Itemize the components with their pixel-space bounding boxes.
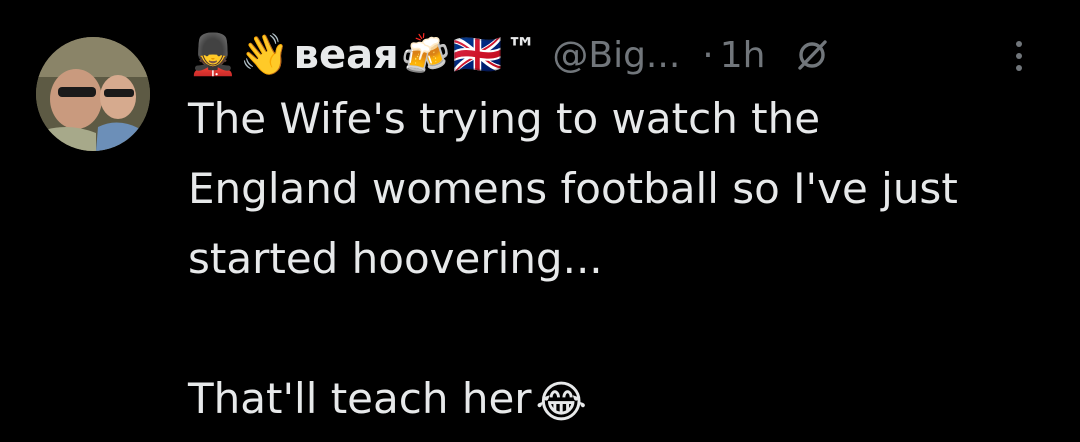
tweet-body: The Wife's trying to watch the England w… [188, 84, 1068, 438]
tweet-text-line-4-text: That'll teach her [188, 374, 532, 423]
author-handle[interactable]: @Big... [552, 35, 680, 76]
more-dot [1016, 53, 1022, 59]
tweet-text-line-1: The Wife's trying to watch the [188, 94, 821, 143]
paragraph-break [188, 294, 1068, 364]
more-dot [1016, 65, 1022, 71]
guard-emoji: 💂 [188, 32, 238, 78]
wave-emoji: 👋 [239, 32, 290, 78]
tweet-text-line-4: That'll teach her😂 [188, 364, 1068, 438]
beers-emoji: 🍻 [400, 32, 451, 78]
author-avatar[interactable] [36, 37, 150, 151]
author-name[interactable]: веая [294, 32, 399, 78]
more-dot [1016, 41, 1022, 47]
tweet-text-line-3: started hoovering... [188, 234, 603, 283]
laughing-emoji: 😂 [535, 377, 587, 428]
tweet-text-line-2: England womens football so I've just [188, 164, 958, 213]
grok-slash-icon[interactable] [795, 38, 829, 72]
more-vertical-icon[interactable] [1004, 36, 1034, 76]
uk-flag-emoji: 🇬🇧 [452, 32, 503, 78]
separator-dot: · [702, 34, 714, 76]
tweet[interactable]: 💂 👋 веая 🍻 🇬🇧 ™ @Big... · 1h The Wife's … [0, 0, 1080, 442]
trademark-symbol: ™ [506, 31, 537, 67]
grok-icon-svg [798, 40, 828, 70]
tweet-timestamp[interactable]: 1h [720, 35, 766, 76]
avatar-photo [36, 37, 150, 151]
tweet-header: 💂 👋 веая 🍻 🇬🇧 ™ @Big... · 1h [188, 24, 829, 86]
